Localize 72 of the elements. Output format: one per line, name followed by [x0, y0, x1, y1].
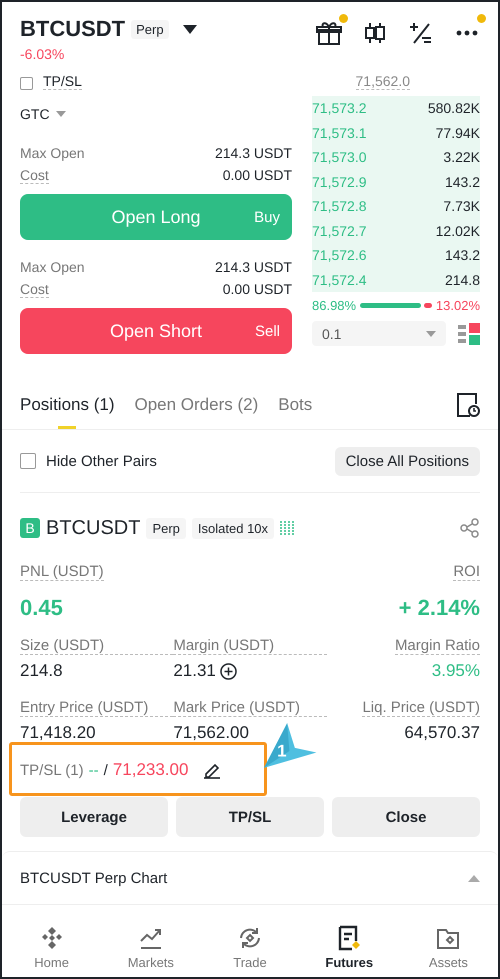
symbol-title[interactable]: BTCUSDT [20, 16, 126, 42]
price-change: -6.03% [20, 46, 66, 62]
field-label: Margin (USDT) [173, 637, 327, 655]
take-profit-value: -- [88, 762, 99, 778]
roi-label: ROI [453, 563, 480, 581]
nav-item[interactable]: Assets [398, 917, 498, 977]
buy-ratio: 86.98% [312, 298, 356, 313]
open-short-button[interactable]: Open Short Sell [20, 308, 292, 354]
action-button[interactable]: TP/SL [176, 797, 324, 837]
position-symbol: BTCUSDT [46, 516, 140, 540]
tpsl-label: TP/SL [43, 73, 82, 90]
field-value: 21.31 [173, 661, 216, 681]
pnl-label: PNL (USDT) [20, 563, 104, 581]
coin-icon: B [20, 518, 40, 538]
cost-label: Cost [20, 166, 49, 184]
field-label: Mark Price (USDT) [173, 699, 327, 717]
roi-value: + 2.14% [398, 595, 480, 621]
field-value: 3.95% [432, 661, 480, 681]
field-label: Liq. Price (USDT) [362, 699, 480, 717]
time-in-force-select[interactable]: GTC [20, 106, 50, 122]
stop-loss-value: 71,233.00 [112, 760, 188, 780]
field-value: 214.8 [20, 661, 63, 681]
bid-amount: 143.2 [444, 174, 480, 190]
field-value: 71,562.00 [173, 723, 249, 743]
cost-value: 0.00 USDT [222, 167, 292, 183]
cost-label: Cost [20, 280, 49, 298]
positions-tab[interactable]: Positions (1) [20, 381, 114, 429]
chart-section-title[interactable]: BTCUSDT Perp Chart [20, 870, 168, 886]
bid-price: 71,572.7 [312, 222, 366, 239]
bid-price: 71,573.0 [312, 149, 366, 166]
bid-amount: 3.22K [443, 149, 480, 166]
bid-price: 71,573.1 [312, 124, 366, 141]
tpsl-label: TP/SL (1) [20, 762, 84, 778]
pnl-value: 0.45 [20, 595, 64, 621]
precision-select[interactable]: 0.1 [312, 321, 446, 346]
positions-tab[interactable]: Bots [278, 381, 312, 429]
nav-item[interactable]: Markets [101, 917, 200, 977]
field-value: 71,418.20 [20, 723, 96, 743]
bid-price: 71,572.4 [312, 272, 366, 288]
nav-item[interactable]: Futures [300, 917, 399, 977]
bid-price: 71,572.6 [312, 247, 366, 264]
field-label: Margin Ratio [394, 637, 480, 655]
bid-price: 71,573.2 [312, 100, 366, 116]
bid-amount: 12.02K [436, 222, 480, 239]
perp-tag: Perp [131, 20, 169, 38]
bid-amount: 143.2 [444, 247, 480, 264]
nav-item[interactable]: Trade [200, 917, 300, 977]
cost-value: 0.00 USDT [222, 281, 292, 297]
max-open-label: Max Open [20, 145, 85, 161]
separator: / [104, 762, 108, 778]
bid-amount: 7.73K [443, 198, 480, 214]
bid-amount: 580.82K [428, 100, 480, 116]
field-label: Entry Price (USDT) [20, 699, 174, 717]
positions-tab[interactable]: Open Orders (2) [134, 381, 258, 429]
action-button[interactable]: Leverage [20, 797, 168, 837]
field-value: 64,570.37 [404, 723, 480, 743]
bid-amount: 214.8 [444, 272, 480, 288]
bid-price: 71,572.8 [312, 198, 366, 214]
nav-item[interactable]: Home [2, 917, 102, 977]
field-label: Size (USDT) [20, 637, 174, 655]
bid-amount: 77.94K [436, 124, 480, 141]
max-open-value: 214.3 USDT [214, 259, 292, 275]
hide-pairs-label: Hide Other Pairs [46, 452, 157, 470]
action-button[interactable]: Close [332, 797, 480, 837]
last-price: 71,562.0 [356, 73, 410, 90]
max-open-value: 214.3 USDT [214, 145, 292, 161]
close-all-button[interactable]: Close All Positions [334, 446, 480, 476]
max-open-label: Max Open [20, 259, 85, 275]
position-tag: Isolated 10x [192, 518, 274, 538]
bid-price: 71,572.9 [312, 174, 366, 190]
sell-ratio: 13.02% [436, 298, 480, 313]
position-tag: Perp [146, 518, 186, 538]
